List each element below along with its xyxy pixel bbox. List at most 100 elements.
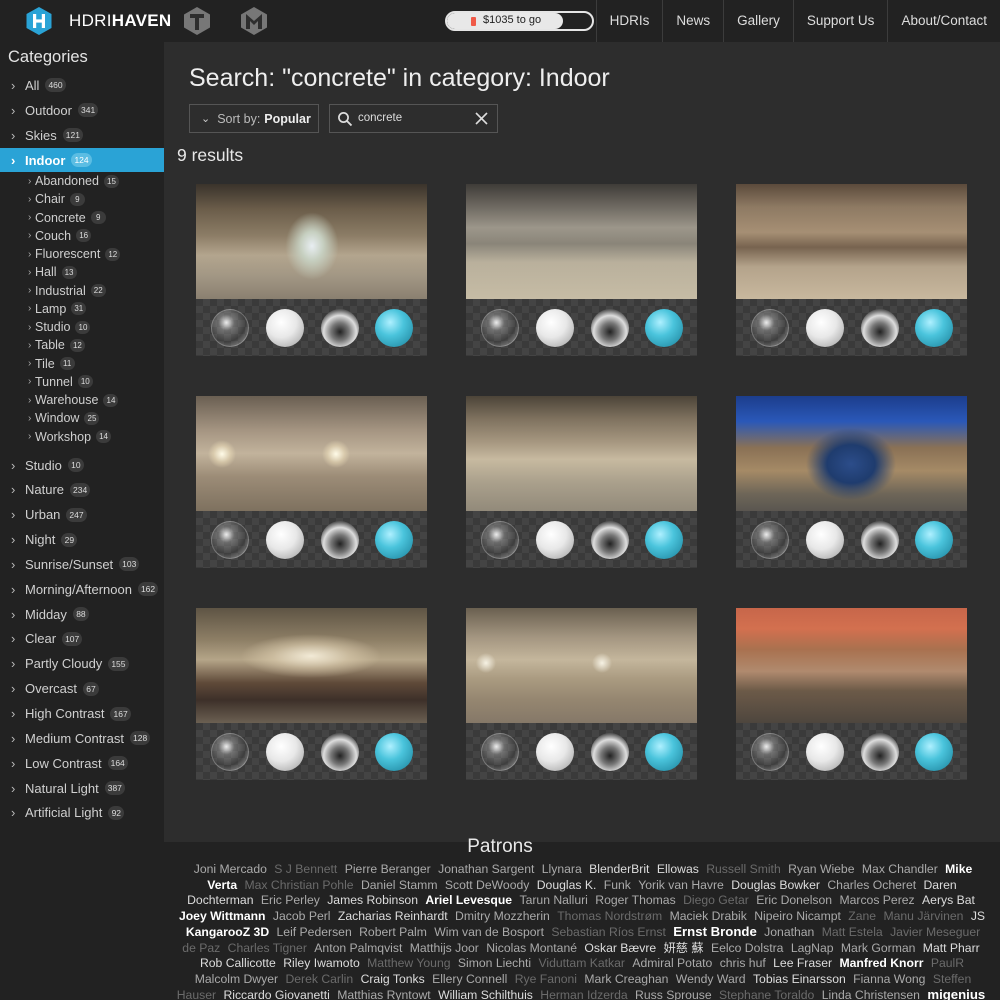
nav-support-us[interactable]: Support Us [792, 0, 888, 42]
count-badge: 124 [71, 153, 92, 167]
sidebar-item-category[interactable]: › Urban 247 [0, 503, 164, 527]
patron-name: Riley Iwamoto [283, 956, 360, 970]
patron-name: Robert Palm [359, 925, 427, 939]
hdri-thumbnail [196, 396, 427, 511]
count-badge: 247 [66, 507, 87, 522]
nav-gallery[interactable]: Gallery [723, 0, 793, 42]
sidebar-item-category[interactable]: › Nature 234 [0, 478, 164, 502]
count-badge: 88 [72, 607, 89, 622]
nav-news[interactable]: News [662, 0, 723, 42]
sidebar-item-subcategory[interactable]: › Couch 16 [0, 227, 164, 245]
patron-name: Tarun Nalluri [519, 893, 588, 907]
chevron-right-icon: › [11, 780, 16, 796]
patron-name: Linda Christensen [821, 988, 920, 1000]
sidebar-item-subcategory[interactable]: › Tile 11 [0, 355, 164, 373]
category-label: Urban [25, 507, 61, 523]
sidebar-item-category[interactable]: › Sunrise/Sunset 103 [0, 552, 164, 576]
sidebar-item-subcategory[interactable]: › Industrial 22 [0, 282, 164, 300]
material-spheres [466, 299, 697, 356]
patron-name: Max Chandler [861, 862, 938, 876]
sidebar-item-category[interactable]: › Overcast 67 [0, 677, 164, 701]
sidebar-item-category[interactable]: › Natural Light 387 [0, 776, 164, 800]
sidebar-item-subcategory[interactable]: › Warehouse 14 [0, 391, 164, 409]
patron-name: Matt Pharr [922, 940, 980, 955]
sidebar-item-category[interactable]: › Medium Contrast 128 [0, 726, 164, 750]
hdri-card[interactable] [466, 184, 697, 356]
nav-hdris[interactable]: HDRIs [595, 0, 663, 42]
sidebar-item-category[interactable]: › Skies 121 [0, 123, 164, 147]
patron-name: migenius [927, 987, 986, 1000]
sidebar-item-category[interactable]: › Night 29 [0, 528, 164, 552]
patron-name: Sebastian Ríos Ernst [551, 925, 666, 939]
sidebar-item-subcategory[interactable]: › Window 25 [0, 409, 164, 427]
sidebar-item-category[interactable]: › Midday 88 [0, 602, 164, 626]
search-icon [338, 112, 353, 127]
sidebar-item-subcategory[interactable]: › Hall 13 [0, 263, 164, 281]
sidebar-item-subcategory[interactable]: › Fluorescent 12 [0, 245, 164, 263]
sidebar-item-category[interactable]: › Outdoor 341 [0, 98, 164, 122]
close-icon[interactable] [474, 111, 489, 126]
hdri-card[interactable] [466, 608, 697, 780]
sidebar-item-category[interactable]: › Studio 10 [0, 453, 164, 477]
patron-name: William Schilthuis [438, 988, 533, 1000]
category-label: Clear [25, 631, 57, 647]
subcategory-label: Industrial [35, 283, 86, 298]
nav-about-contact[interactable]: About/Contact [887, 0, 1000, 42]
count-badge: 128 [129, 731, 151, 746]
patron-name: Douglas K. [536, 877, 597, 892]
chevron-right-icon: › [11, 681, 16, 697]
count-badge: 29 [61, 532, 78, 547]
sidebar-item-category[interactable]: › Morning/Afternoon 162 [0, 577, 164, 601]
3dmodelhaven-icon[interactable] [238, 5, 270, 37]
chevron-right-icon: › [28, 230, 32, 242]
subcategory-label: Studio [35, 320, 71, 334]
sidebar-item-subcategory[interactable]: › Lamp 31 [0, 300, 164, 318]
count-badge: 341 [77, 103, 99, 117]
count-badge: 103 [119, 557, 140, 572]
sidebar-item-subcategory[interactable]: › Abandoned 15 [0, 172, 164, 190]
sidebar-item-category[interactable]: › Clear 107 [0, 627, 164, 651]
sidebar-item-category[interactable]: › Artificial Light 92 [0, 801, 164, 825]
chevron-right-icon: › [11, 606, 16, 622]
patron-name: Malcolm Dwyer [194, 971, 279, 986]
sidebar-item-subcategory[interactable]: › Studio 10 [0, 318, 164, 336]
hdri-card[interactable] [196, 608, 427, 780]
sidebar-item-category[interactable]: › Indoor 124 [0, 148, 164, 172]
category-label: Low Contrast [25, 755, 102, 771]
sort-dropdown[interactable]: ⌄ Sort by: Popular [189, 104, 319, 133]
sidebar-item-subcategory[interactable]: › Table 12 [0, 336, 164, 354]
texturehaven-icon[interactable] [181, 5, 213, 37]
hdri-card[interactable] [196, 184, 427, 356]
chevron-right-icon: › [11, 102, 16, 118]
sidebar-item-subcategory[interactable]: › Tunnel 10 [0, 373, 164, 391]
patron-name: Leif Pedersen [276, 925, 352, 939]
sidebar-item-subcategory[interactable]: › Chair 9 [0, 190, 164, 208]
chevron-right-icon: › [28, 376, 32, 388]
category-label: Nature [25, 482, 65, 498]
sidebar-item-subcategory[interactable]: › Concrete 9 [0, 209, 164, 227]
hdri-card[interactable] [736, 396, 967, 568]
chevron-right-icon: › [11, 457, 16, 473]
patron-name: Charles Ocheret [827, 877, 917, 892]
sidebar-item-category[interactable]: › All 460 [0, 73, 164, 97]
sidebar-item-subcategory[interactable]: › Workshop 14 [0, 428, 164, 446]
sidebar-item-category[interactable]: › Low Contrast 164 [0, 751, 164, 775]
hdri-card[interactable] [196, 396, 427, 568]
count-badge: 22 [90, 284, 106, 297]
sidebar-item-category[interactable]: › High Contrast 167 [0, 702, 164, 726]
sidebar-item-category[interactable]: › Partly Cloudy 155 [0, 652, 164, 676]
hdri-card[interactable] [736, 184, 967, 356]
search-input[interactable]: concrete [329, 104, 498, 133]
patron-name: Rye Fanoni [514, 971, 578, 986]
patreon-goal-progress[interactable]: $1035 to go [445, 11, 594, 31]
count-badge: 9 [69, 192, 85, 206]
patron-name: Lee Fraser [773, 956, 833, 970]
hdri-card[interactable] [736, 608, 967, 780]
site-logo[interactable]: HDRIHAVEN [24, 6, 172, 36]
patron-name: Russ Sprouse [635, 988, 712, 1000]
patron-name: Matthijs Joor [409, 940, 479, 955]
hdri-card[interactable] [466, 396, 697, 568]
patron-name: Max Christian Pohle [244, 877, 354, 892]
patron-name: Anton Palmqvist [314, 940, 403, 955]
main-nav: HDRIs News Gallery Support Us About/Cont… [595, 0, 1000, 42]
